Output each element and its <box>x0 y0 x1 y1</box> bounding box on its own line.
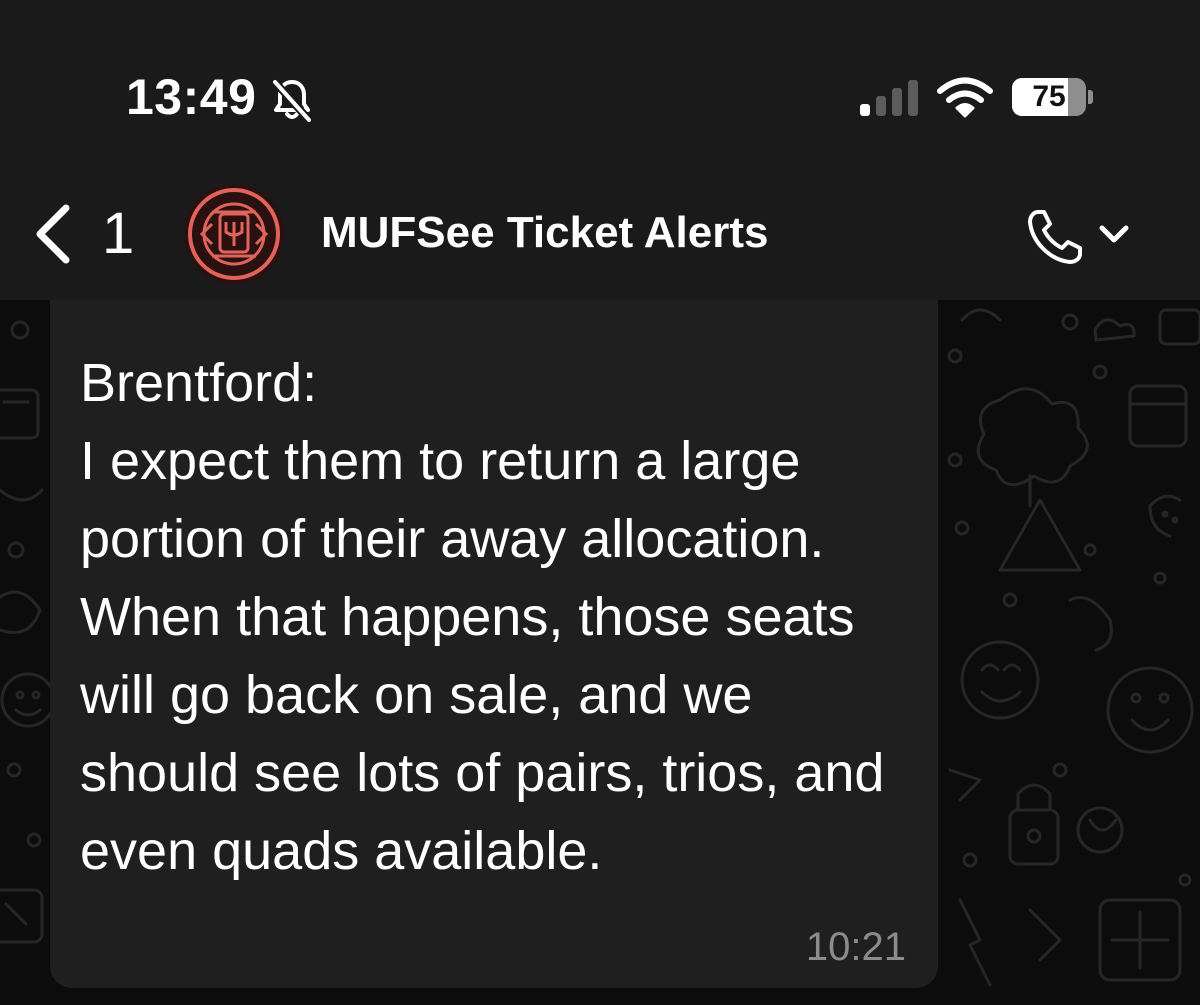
back-button[interactable]: 1 <box>24 192 144 272</box>
status-time: 13:49 <box>126 69 257 125</box>
call-button[interactable] <box>1016 202 1136 272</box>
unread-count: 1 <box>102 201 135 266</box>
signal-icon <box>860 80 918 116</box>
bell-off-icon <box>272 79 312 123</box>
contact-name[interactable]: MUFSee Ticket Alerts <box>321 208 769 258</box>
message-text: Brentford: I expect them to return a lar… <box>80 353 885 881</box>
back-chevron-icon <box>36 204 70 264</box>
wifi-icon <box>937 77 993 118</box>
message-bubble[interactable]: Brentford: I expect them to return a lar… <box>50 300 938 988</box>
avatar[interactable] <box>182 182 286 286</box>
chat-area[interactable]: Brentford: I expect them to return a lar… <box>0 300 1200 1005</box>
battery-level: 75 <box>1032 80 1066 113</box>
chevron-down-icon <box>1099 225 1129 243</box>
battery-icon: 75 <box>1012 78 1086 116</box>
message-time: 10:21 <box>805 925 906 969</box>
phone-icon <box>1028 210 1082 264</box>
chat-header: 1 MUFSee Ticket Alerts <box>0 170 1200 300</box>
battery-tip <box>1088 90 1093 104</box>
chat-screen: 13:49 75 1 MUFSee Ticket Alerts Brentfor… <box>0 0 1200 1005</box>
status-bar: 13:49 75 <box>0 0 1200 170</box>
